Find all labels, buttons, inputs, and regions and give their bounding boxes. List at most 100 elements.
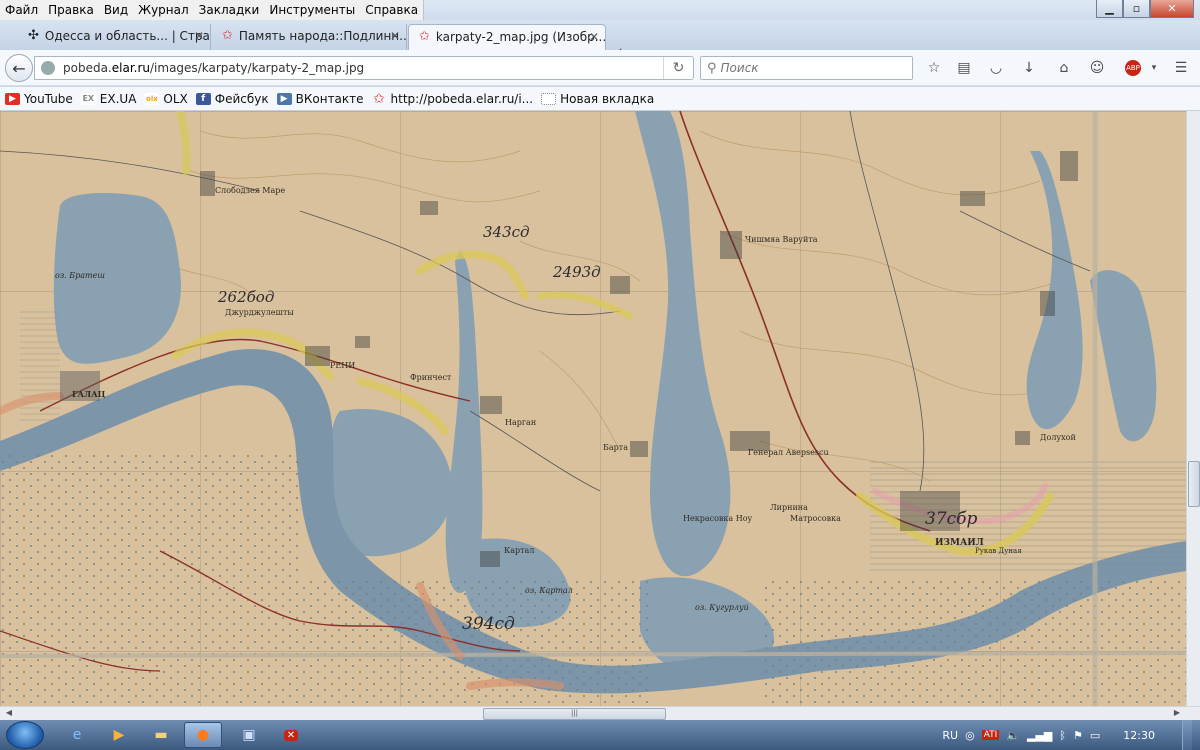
maximize-button[interactable]: ▫ [1123,0,1150,18]
map-label-bratesh: оз. Братеш [55,271,105,280]
tab-title: Память народа::Подлинн... [238,29,407,43]
menu-history[interactable]: Журнал [133,0,194,20]
window-controls: ▁ ▫ ✕ [1096,0,1194,18]
star-icon: ✩ [373,90,385,107]
search-input[interactable] [720,61,891,75]
clock[interactable]: 12:30 [1123,729,1155,742]
tab-karpaty-map[interactable]: ✩ karpaty-2_map.jpg (Изобр... ✕ [408,24,606,50]
language-indicator[interactable]: RU [942,729,958,742]
search-bar[interactable]: ⚲ [700,56,913,80]
url-text: pobeda.elar.ru/images/karpaty/karpaty-2_… [63,61,365,75]
network-globe-icon[interactable]: ◎ [965,729,975,742]
youtube-icon: ▶ [5,92,20,105]
menu-file[interactable]: Файл [0,0,43,20]
star-icon: ✩ [419,29,430,44]
map-label-dzhurdzhuleshty: Джурджулешты [225,308,294,317]
map-drawing [0,111,1186,706]
firefox-icon[interactable]: ● [184,722,222,748]
bookmark-facebook[interactable]: f Фейсбук [195,92,269,106]
bluetooth-icon[interactable]: ᛒ [1059,729,1066,742]
map-label-galat: ГАЛАЦ [72,389,106,399]
bookmark-exua[interactable]: EX EX.UA [80,92,136,106]
close-tab-icon[interactable]: ✕ [194,29,204,43]
shield-icon[interactable]: ✕ [272,722,310,748]
map-label-matrosovka: Матросовка [790,514,841,523]
map-label-frincest: Фринчест [410,373,452,382]
exua-icon: EX [80,92,96,105]
show-desktop-button[interactable] [1182,720,1192,750]
adblock-menu-icon[interactable]: ▾ [1145,59,1163,77]
horizontal-scroll-thumb[interactable]: ||| [483,708,666,720]
map-label-kartal: Картал [504,546,535,555]
annotation-394sd: 394сд [462,614,515,634]
map-image[interactable]: РЕНИ ИЗМАИЛ оз. Братеш Слободзея Маре Дж… [0,111,1186,706]
menu-list: Файл Правка Вид Журнал Закладки Инструме… [0,0,425,20]
bookmark-olx[interactable]: olx OLX [144,92,188,106]
signal-icon[interactable]: ▂▄▆ [1027,729,1052,742]
close-tab-icon[interactable]: ✕ [589,30,599,44]
tab-title: Одесса и область... | Стра... [44,29,211,43]
taskbar: e ▶ ▬ ● ▣ ✕ RU ◎ ATI 🔈 ▂▄▆ ᛒ ⚑ ▭ 12:30 [0,720,1200,750]
globe-icon [41,61,55,75]
download-icon[interactable]: ↓ [1020,59,1038,77]
pocket-icon[interactable]: ◡ [987,59,1005,77]
menu-hamburger-icon[interactable]: ☰ [1172,59,1190,77]
blank-page-icon [541,92,557,105]
menu-help[interactable]: Справка [360,0,423,20]
minimize-button[interactable]: ▁ [1096,0,1123,18]
tab-pamyat-naroda[interactable]: ✩ Память народа::Подлинн... ✕ [212,24,407,50]
annotation-343sd: 343сд [483,223,530,241]
menu-bar: Файл Правка Вид Журнал Закладки Инструме… [0,0,1200,20]
ie-icon[interactable]: e [58,722,96,748]
map-label-kugurlui: оз. Кугурлуй [695,603,749,612]
map-label-reni: РЕНИ [330,361,356,370]
bookmark-pobeda[interactable]: ✩ http://pobeda.elar.ru/i... [372,90,533,107]
navigation-bar: ← pobeda.elar.ru/images/karpaty/karpaty-… [0,50,1200,86]
scroll-left-icon[interactable]: ◀ [2,708,16,720]
ati-icon[interactable]: ATI [981,730,1000,740]
chat-icon[interactable]: ☺ [1088,59,1106,77]
url-bar[interactable]: pobeda.elar.ru/images/karpaty/karpaty-2_… [34,56,694,80]
media-player-icon[interactable]: ▶ [100,722,138,748]
bookmark-star-icon[interactable]: ☆ [925,59,943,77]
vertical-scroll-thumb[interactable] [1188,461,1200,507]
map-label-barta: Барта [603,443,628,452]
close-tab-icon[interactable]: ✕ [390,29,400,43]
map-label-avrescu: Генерал Аверsescu [748,448,829,457]
folder-icon[interactable]: ▬ [142,722,180,748]
back-button[interactable]: ← [5,54,33,82]
reload-button[interactable]: ↻ [663,57,693,79]
menu-tools[interactable]: Инструменты [264,0,360,20]
search-icon: ⚲ [707,60,717,76]
floppy-icon[interactable]: ▣ [230,722,268,748]
map-label-dolukhoy: Долухой [1040,433,1076,442]
tab-odessa[interactable]: ✣ Одесса и область... | Стра... ✕ [18,24,211,50]
reading-list-icon[interactable]: ▤ [955,59,973,77]
annotation-249sd: 2493д [553,263,601,281]
annotation-262bod: 262бод [218,288,275,306]
menu-edit[interactable]: Правка [43,0,99,20]
adblock-icon[interactable]: ABP [1122,59,1144,77]
map-label-slobodzeya: Слободзея Маре [215,186,286,195]
map-label-kartal-lake: оз. Картал [525,586,573,595]
map-label-chishmya: Чишмяа Варуйта [745,235,818,244]
close-window-button[interactable]: ✕ [1150,0,1194,18]
map-label-nekrasovka: Некрасовка Ноу [683,514,753,523]
bookmark-vk[interactable]: ▶ ВКонтакте [276,92,364,106]
map-label-nargan: Нарган [505,418,537,427]
bookmark-youtube[interactable]: ▶ YouTube [5,92,73,106]
windows-start-icon[interactable] [6,721,44,749]
scroll-right-icon[interactable]: ▶ [1170,708,1184,720]
vertical-scrollbar[interactable] [1186,111,1200,706]
volume-icon[interactable]: 🔈 [1006,729,1020,742]
olx-icon: olx [144,92,160,105]
horizontal-scrollbar[interactable]: ◀ ||| ▶ [0,706,1200,720]
menu-bookmarks[interactable]: Закладки [194,0,265,20]
home-icon[interactable]: ⌂ [1055,59,1073,77]
map-label-vorona: Лирнина [770,503,808,512]
flag-icon[interactable]: ⚑ [1073,729,1083,742]
tab-title: karpaty-2_map.jpg (Изобр... [435,30,606,44]
menu-view[interactable]: Вид [99,0,133,20]
bookmark-new-tab[interactable]: Новая вкладка [541,92,654,106]
battery-icon[interactable]: ▭ [1090,729,1100,742]
